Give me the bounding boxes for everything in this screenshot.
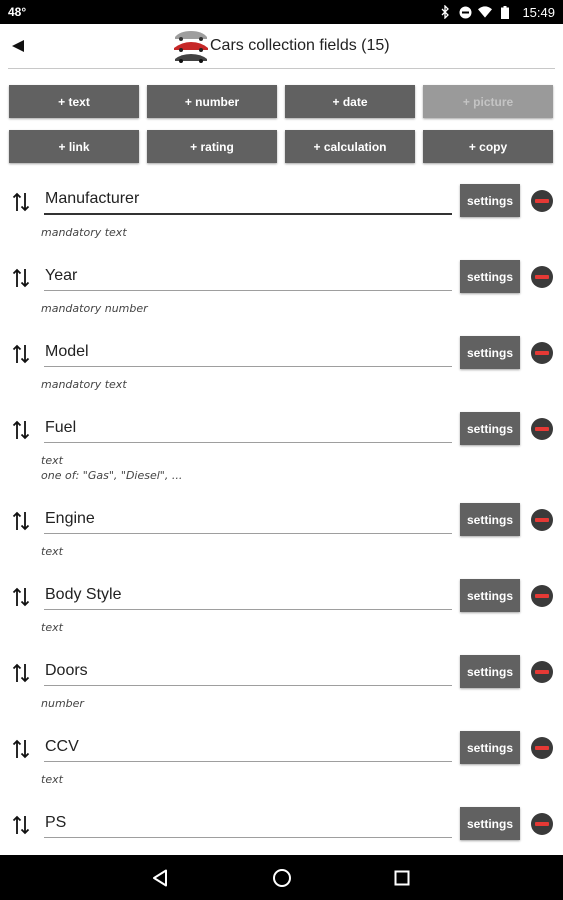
bluetooth-icon	[438, 5, 452, 19]
field-type-desc: text	[41, 773, 63, 786]
back-arrow-icon[interactable]	[8, 36, 28, 56]
add-field-buttons: + text + number + date + picture + link …	[9, 85, 555, 163]
remove-field-icon[interactable]	[531, 266, 553, 288]
field-name-input[interactable]	[44, 506, 452, 534]
field-type-desc: text	[41, 621, 63, 634]
field-settings-button[interactable]: settings	[460, 807, 520, 840]
status-bar: 48° 15:49	[0, 0, 563, 24]
field-type-desc: mandatory number	[41, 302, 148, 315]
header-title-group: Cars collection fields (15)	[172, 28, 390, 64]
page-title: Cars collection fields (15)	[210, 37, 390, 54]
field-settings-button[interactable]: settings	[460, 579, 520, 612]
sort-handle-icon[interactable]	[12, 738, 30, 760]
field-settings-button[interactable]: settings	[460, 184, 520, 217]
field-settings-button[interactable]: settings	[460, 503, 520, 536]
field-name-input[interactable]	[44, 734, 452, 762]
remove-field-icon[interactable]	[531, 342, 553, 364]
nav-home-icon[interactable]	[270, 866, 294, 890]
sort-handle-icon[interactable]	[12, 343, 30, 365]
sort-handle-icon[interactable]	[12, 586, 30, 608]
sort-handle-icon[interactable]	[12, 814, 30, 836]
sort-handle-icon[interactable]	[12, 419, 30, 441]
field-type-desc: text	[41, 454, 63, 467]
remove-field-icon[interactable]	[531, 661, 553, 683]
field-settings-button[interactable]: settings	[460, 412, 520, 445]
field-name-input[interactable]	[44, 415, 452, 443]
add-date-button[interactable]: + date	[285, 85, 415, 118]
temperature-text: 48°	[8, 5, 27, 19]
sort-handle-icon[interactable]	[12, 662, 30, 684]
header-divider	[8, 68, 555, 69]
nav-back-icon[interactable]	[148, 866, 172, 890]
field-settings-button[interactable]: settings	[460, 260, 520, 293]
field-type-desc: mandatory text	[41, 226, 127, 239]
remove-field-icon[interactable]	[531, 813, 553, 835]
add-calculation-button[interactable]: + calculation	[285, 130, 415, 163]
system-nav-bar	[0, 855, 563, 900]
add-picture-button[interactable]: + picture	[423, 85, 553, 118]
field-type-desc: mandatory text	[41, 378, 127, 391]
field-type-desc: text	[41, 545, 63, 558]
field-name-input[interactable]	[44, 658, 452, 686]
add-text-button[interactable]: + text	[9, 85, 139, 118]
sort-handle-icon[interactable]	[12, 267, 30, 289]
field-name-input[interactable]	[44, 339, 452, 367]
clock-text: 15:49	[522, 4, 555, 20]
field-settings-button[interactable]: settings	[460, 655, 520, 688]
nav-recents-icon[interactable]	[390, 866, 414, 890]
field-name-input[interactable]	[44, 187, 452, 215]
field-settings-button[interactable]: settings	[460, 731, 520, 764]
sort-handle-icon[interactable]	[12, 510, 30, 532]
field-name-input[interactable]	[44, 582, 452, 610]
field-options-desc: one of: "Gas", "Diesel", ...	[41, 469, 183, 482]
remove-field-icon[interactable]	[531, 190, 553, 212]
sort-handle-icon[interactable]	[12, 191, 30, 213]
remove-field-icon[interactable]	[531, 418, 553, 440]
wifi-icon	[478, 5, 493, 19]
remove-field-icon[interactable]	[531, 509, 553, 531]
cars-logo-icon	[172, 28, 210, 64]
add-link-button[interactable]: + link	[9, 130, 139, 163]
field-name-input[interactable]	[44, 810, 452, 838]
do-not-disturb-icon	[458, 5, 472, 19]
battery-icon	[498, 5, 512, 19]
add-number-button[interactable]: + number	[147, 85, 277, 118]
add-rating-button[interactable]: + rating	[147, 130, 277, 163]
add-copy-button[interactable]: + copy	[423, 130, 553, 163]
remove-field-icon[interactable]	[531, 737, 553, 759]
field-settings-button[interactable]: settings	[460, 336, 520, 369]
status-icons: 15:49	[438, 5, 555, 20]
field-name-input[interactable]	[44, 263, 452, 291]
field-type-desc: number	[41, 697, 84, 710]
app-header: Cars collection fields (15)	[0, 24, 563, 68]
remove-field-icon[interactable]	[531, 585, 553, 607]
